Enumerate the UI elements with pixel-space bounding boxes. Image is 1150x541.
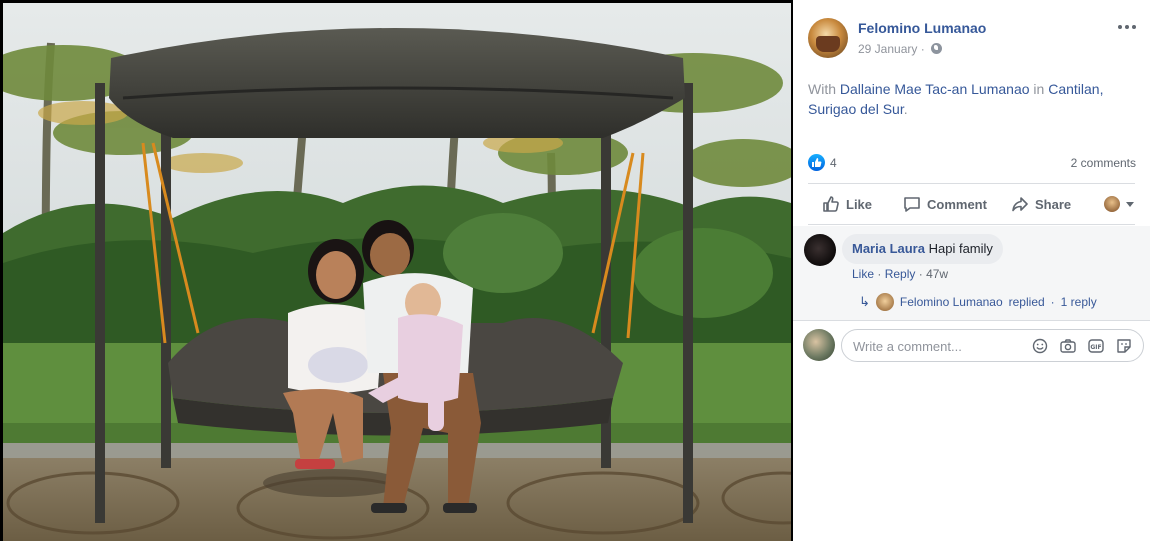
post-actions-bar: Like Comment Share (808, 183, 1135, 225)
globe-icon[interactable] (931, 43, 943, 54)
comment-meta-separator: · (918, 267, 927, 281)
caption-in-text: in (1029, 81, 1049, 97)
current-user-avatar (803, 329, 835, 361)
comment-input[interactable] (853, 337, 1023, 355)
post-caption: With Dallaine Mae Tac-an Lumanao in Cant… (808, 79, 1128, 119)
replied-text: replied (1008, 295, 1045, 309)
commenter-avatar[interactable] (804, 234, 836, 266)
caption-with-text: With (808, 81, 840, 97)
reply-dot: · (1050, 295, 1055, 309)
comment-reply-link[interactable]: Reply (885, 267, 916, 281)
comment-meta: Like · Reply · 47w (852, 267, 948, 281)
comment-meta-separator: · (877, 267, 885, 281)
like-button[interactable]: Like (822, 194, 872, 214)
comment-label: Comment (927, 196, 987, 212)
like-label: Like (846, 196, 873, 212)
gif-icon[interactable]: GIF (1087, 338, 1105, 354)
reaction-count: 4 (830, 156, 837, 170)
like-reaction-icon (808, 154, 825, 171)
comment-like-link[interactable]: Like (852, 267, 874, 281)
commenter-name[interactable]: Maria Laura (852, 241, 925, 256)
post-as-selector[interactable] (1104, 194, 1134, 214)
post-date-separator: · (920, 42, 929, 56)
tagged-person-link[interactable]: Dallaine Mae Tac-an Lumanao (840, 81, 1030, 97)
share-label: Share (1035, 196, 1072, 212)
post-side-panel: Felomino Lumanao 29 January · With Dalla… (793, 0, 1150, 541)
composer-icons: GIF (1031, 338, 1133, 354)
replier-avatar (875, 293, 894, 311)
replier-name: Felomino Lumanao (899, 295, 1003, 309)
share-button[interactable]: Share (1011, 194, 1071, 214)
thumbs-up-icon (823, 196, 839, 212)
comment-composer: GIF (793, 320, 1150, 364)
photo-image (3, 3, 791, 541)
author-avatar[interactable] (808, 18, 848, 58)
comment-time[interactable]: 47w (926, 267, 948, 281)
post-photo[interactable] (3, 3, 791, 541)
comment-bubble: Maria Laura Hapi family (842, 234, 1003, 264)
comments-section: Maria Laura Hapi family Like · Reply · 4… (793, 226, 1150, 320)
comment-input-box[interactable]: GIF (841, 329, 1144, 362)
post-header: Felomino Lumanao 29 January · (808, 16, 1138, 60)
camera-icon[interactable] (1059, 338, 1077, 354)
caption-period: . (903, 101, 908, 117)
author-name[interactable]: Felomino Lumanao (858, 20, 986, 36)
chevron-down-icon (1126, 201, 1134, 207)
view-replies-link[interactable]: ↳ Felomino Lumanao replied · 1 reply (859, 292, 1097, 312)
share-arrow-icon (1012, 197, 1028, 212)
comment-button[interactable]: Comment (903, 194, 987, 214)
reply-count: 1 reply (1060, 295, 1097, 309)
more-options-icon[interactable] (1118, 22, 1138, 32)
comments-count-link[interactable]: 2 comments (1071, 156, 1136, 170)
actor-avatar (1104, 196, 1120, 212)
comment-text: Hapi family (928, 241, 993, 256)
emoji-icon[interactable] (1031, 338, 1049, 354)
post-date[interactable]: 29 January (858, 42, 917, 56)
svg-text:GIF: GIF (1090, 344, 1101, 351)
comment-icon (904, 197, 920, 212)
sticker-icon[interactable] (1115, 338, 1133, 354)
post-timestamp[interactable]: 29 January · (858, 42, 943, 56)
reply-arrow-icon: ↳ (859, 294, 870, 309)
